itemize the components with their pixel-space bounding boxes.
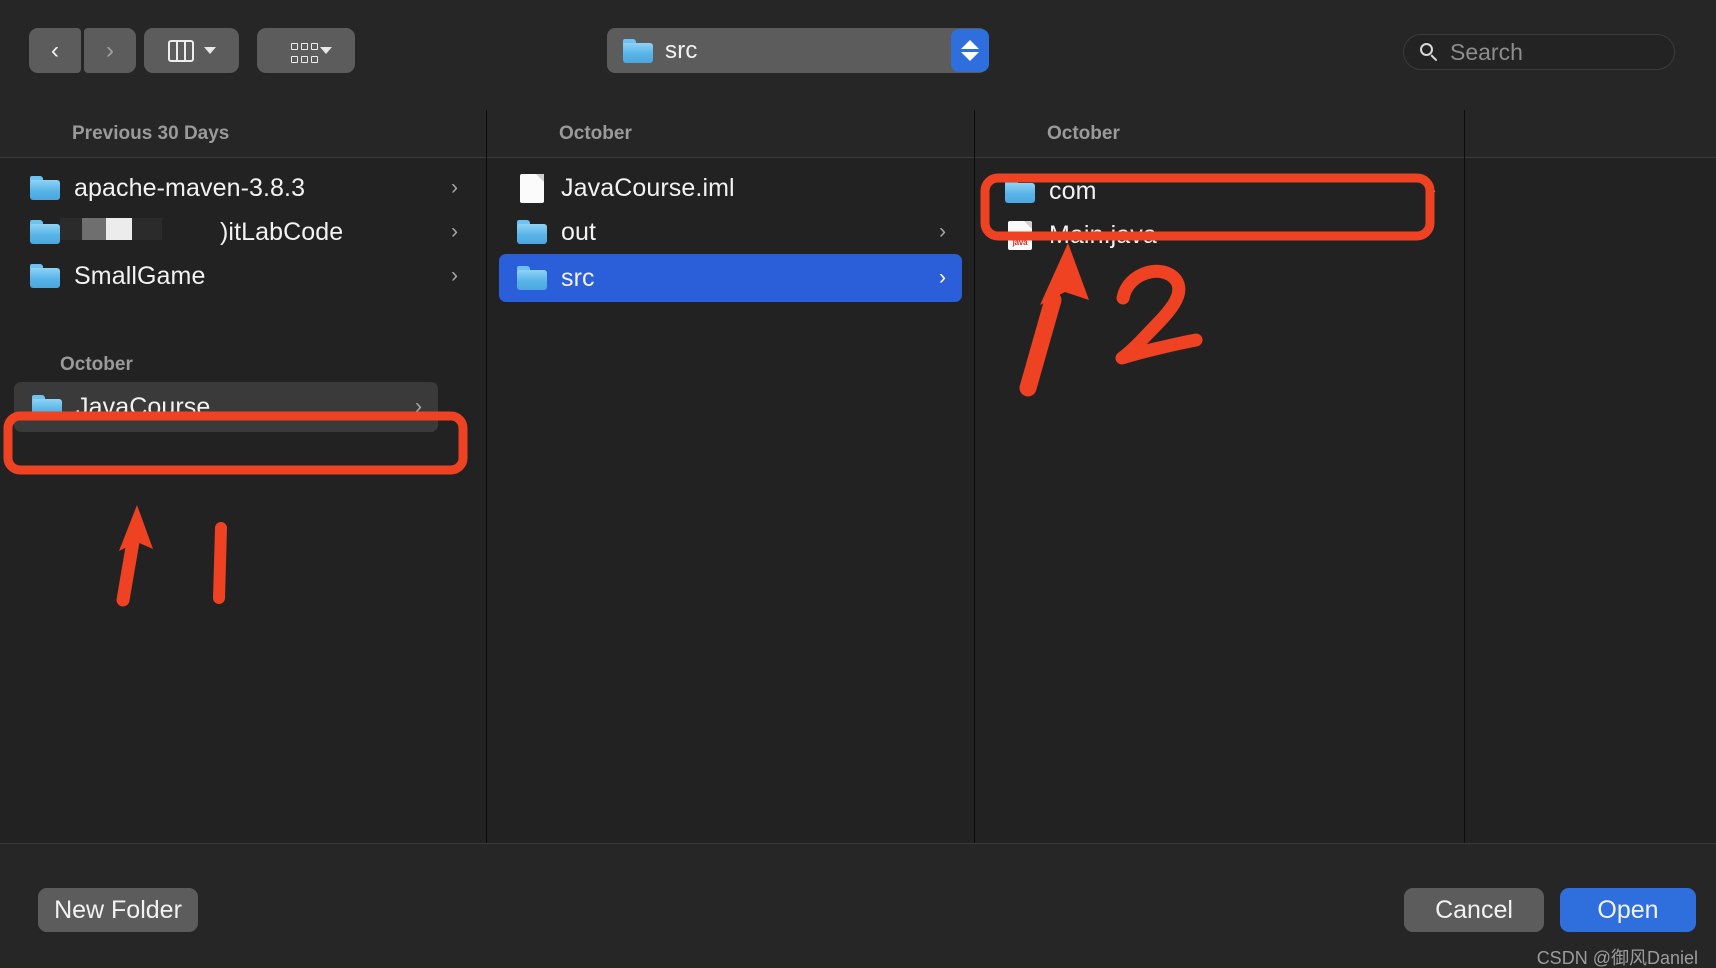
column-4-header: [1465, 110, 1716, 158]
nav-button-group: ‹ ›: [29, 28, 136, 73]
chevron-left-icon: ‹: [51, 36, 59, 64]
list-item[interactable]: apache-maven-3.8.3 ›: [12, 166, 474, 210]
list-item-label: JavaCourse: [76, 392, 211, 421]
column-3-body: com › java Main.java: [975, 158, 1464, 843]
search-placeholder: Search: [1450, 38, 1523, 65]
list-item[interactable]: out ›: [499, 210, 962, 254]
column-browser: Previous 30 Days apache-maven-3.8.3 › )i…: [0, 110, 1716, 843]
list-item[interactable]: )itLabCode ›: [12, 210, 474, 254]
back-button[interactable]: ‹: [29, 28, 81, 73]
watermark-text: CSDN @御风Daniel: [1536, 948, 1698, 968]
folder-icon: [517, 220, 547, 244]
chevron-down-icon: [203, 47, 216, 54]
column-1-body: apache-maven-3.8.3 › )itLabCode › SmallG…: [0, 158, 486, 843]
column-3-header-label: October: [1047, 122, 1120, 144]
folder-icon: [1005, 179, 1035, 203]
browser-column-3: October com › java Main.java: [975, 110, 1465, 843]
folder-icon: [517, 266, 547, 290]
path-label: src: [665, 36, 698, 64]
list-item-label: apache-maven-3.8.3: [74, 173, 306, 202]
folder-icon: [30, 176, 60, 200]
chevron-down-icon: [320, 47, 332, 54]
stepper-up-down-icon[interactable]: [951, 29, 989, 72]
chevron-right-icon: ›: [939, 220, 946, 243]
folder-icon: [32, 395, 62, 419]
chevron-right-icon: ›: [106, 36, 114, 64]
folder-icon: [623, 38, 653, 63]
cancel-button[interactable]: Cancel: [1404, 888, 1544, 932]
browser-column-1: Previous 30 Days apache-maven-3.8.3 › )i…: [0, 110, 487, 843]
group-header-label: October: [60, 354, 133, 375]
chevron-right-icon: ›: [415, 395, 422, 418]
chevron-right-icon: ›: [1429, 179, 1436, 202]
list-item-label: SmallGame: [74, 261, 206, 290]
column-2-header: October: [487, 110, 974, 158]
search-icon: [1420, 43, 1438, 62]
column-view-icon: [167, 39, 194, 62]
chevron-right-icon: ›: [451, 264, 458, 287]
group-by-button[interactable]: [257, 28, 355, 73]
open-button[interactable]: Open: [1560, 888, 1696, 932]
redaction-block: [60, 218, 162, 240]
file-open-dialog: ‹ › src Search Previous 30 Days apache-m…: [0, 0, 1716, 968]
list-item-com[interactable]: com ›: [987, 169, 1452, 213]
chevron-right-icon: ›: [451, 176, 458, 199]
column-2-body: JavaCourse.iml out › src ›: [487, 158, 974, 843]
list-item-javacourse[interactable]: JavaCourse ›: [14, 382, 438, 432]
browser-column-2: October JavaCourse.iml out › src ›: [487, 110, 975, 843]
list-item-label: out: [561, 217, 597, 246]
new-folder-button[interactable]: New Folder: [38, 888, 198, 932]
column-1-header-label: Previous 30 Days: [72, 122, 230, 144]
java-file-icon: java: [1008, 220, 1032, 250]
list-item-label: com: [1049, 176, 1097, 205]
view-mode-button[interactable]: [144, 28, 239, 73]
folder-icon: [30, 264, 60, 288]
column-2-header-label: October: [559, 122, 632, 144]
list-item-src[interactable]: src ›: [499, 254, 962, 302]
group-by-icon: [280, 40, 318, 63]
document-icon: [520, 173, 544, 203]
browser-column-4: [1465, 110, 1716, 843]
list-item[interactable]: JavaCourse.iml: [499, 166, 962, 210]
column-1-group-header-october: October: [0, 348, 486, 382]
list-item[interactable]: SmallGame ›: [12, 254, 474, 298]
column-3-header: October: [975, 110, 1464, 158]
column-1-header: Previous 30 Days: [0, 110, 486, 158]
column-4-body: [1465, 158, 1716, 843]
dialog-footer: New Folder Cancel Open CSDN @御风Daniel: [0, 843, 1716, 968]
list-item-label: Main.java: [1049, 220, 1157, 249]
forward-button[interactable]: ›: [84, 28, 136, 73]
toolbar: ‹ › src Search: [0, 0, 1716, 110]
chevron-right-icon: ›: [451, 220, 458, 243]
list-item-main-java[interactable]: java Main.java: [987, 213, 1452, 257]
list-item-label: )itLabCode: [220, 217, 344, 246]
stepper-down-arrow: [961, 52, 979, 61]
path-popup-button[interactable]: src: [607, 28, 987, 73]
stepper-up-arrow: [961, 40, 979, 49]
folder-icon: [30, 220, 60, 244]
chevron-right-icon: ›: [939, 266, 946, 289]
list-item-label: JavaCourse.iml: [561, 173, 735, 202]
list-item-label: src: [561, 263, 595, 292]
search-field[interactable]: Search: [1403, 34, 1675, 70]
